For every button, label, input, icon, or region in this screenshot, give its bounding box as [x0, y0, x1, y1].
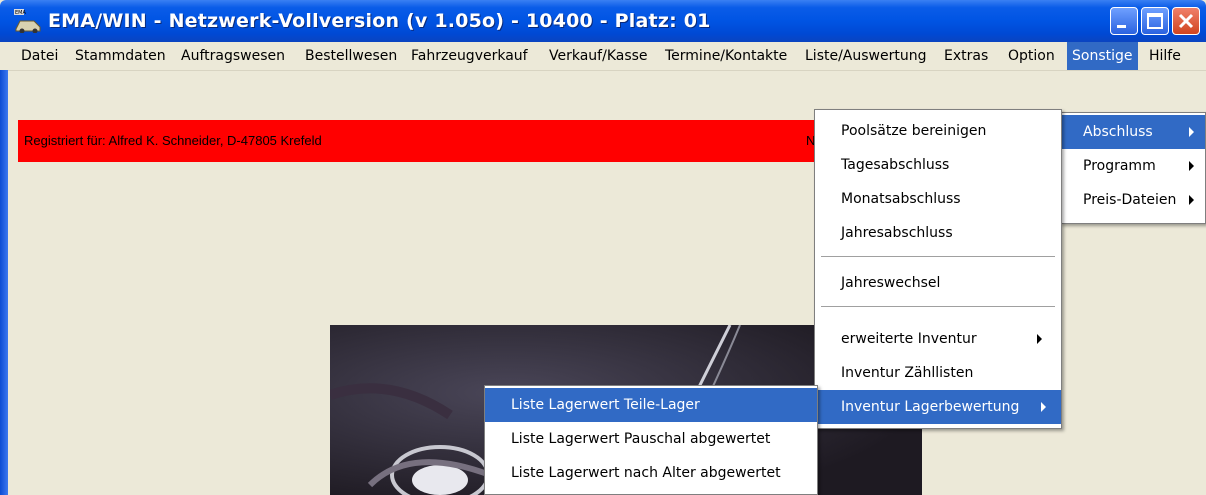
menu-stammdaten[interactable]: Stammdaten [70, 42, 171, 70]
menu-item-jahreswechsel[interactable]: Jahreswechsel [815, 266, 1061, 300]
menu-separator [821, 306, 1055, 307]
menu-auftragswesen[interactable]: Auftragswesen [176, 42, 290, 70]
menu-item-programm[interactable]: Programm [1061, 149, 1205, 183]
menu-fahrzeugverkauf[interactable]: Fahrzeugverkauf [406, 42, 533, 70]
menu-sonstige[interactable]: Sonstige [1067, 42, 1138, 70]
registration-text: Registriert für: Alfred K. Schneider, D-… [24, 133, 322, 148]
submenu-arrow-icon [1189, 195, 1194, 205]
menu-item-poolsaetze-bereinigen[interactable]: Poolsätze bereinigen [815, 114, 1061, 148]
menu-item-inventur-lagerbewertung[interactable]: Inventur Lagerbewertung [815, 390, 1061, 424]
submenu-arrow-icon [1041, 402, 1046, 412]
menu-item-label: Abschluss [1083, 124, 1153, 140]
menu-item-lagerwert-teile-lager[interactable]: Liste Lagerwert Teile-Lager [485, 388, 817, 422]
ema-app-icon: EMA [14, 9, 41, 33]
window-left-border [0, 70, 8, 495]
menu-bar: Datei Stammdaten Auftragswesen Bestellwe… [0, 42, 1206, 71]
lagerbewertung-menu: Liste Lagerwert Teile-Lager Liste Lagerw… [484, 385, 818, 495]
menu-item-label: Inventur Lagerbewertung [841, 399, 1020, 415]
sonstige-menu: Abschluss Programm Preis-Dateien [1060, 112, 1206, 224]
menu-termine-kontakte[interactable]: Termine/Kontakte [660, 42, 792, 70]
menu-extras[interactable]: Extras [939, 42, 993, 70]
close-icon [1178, 13, 1194, 29]
menu-liste-auswertung[interactable]: Liste/Auswertung [800, 42, 932, 70]
menu-item-monatsabschluss[interactable]: Monatsabschluss [815, 182, 1061, 216]
submenu-arrow-icon [1189, 127, 1194, 137]
minimize-button[interactable] [1110, 7, 1138, 35]
submenu-arrow-icon [1189, 161, 1194, 171]
minimize-icon [1117, 25, 1126, 28]
menu-item-lagerwert-pauschal[interactable]: Liste Lagerwert Pauschal abgewertet [485, 422, 817, 456]
svg-text:EMA: EMA [15, 10, 26, 16]
menu-item-jahresabschluss[interactable]: Jahresabschluss [815, 216, 1061, 250]
menu-item-lagerwert-nach-alter[interactable]: Liste Lagerwert nach Alter abgewertet [485, 456, 817, 490]
menu-item-inventur-zaehllisten[interactable]: Inventur Zähllisten [815, 356, 1061, 390]
abschluss-menu: Poolsätze bereinigen Tagesabschluss Mona… [814, 109, 1062, 429]
menu-item-tagesabschluss[interactable]: Tagesabschluss [815, 148, 1061, 182]
menu-option[interactable]: Option [1003, 42, 1060, 70]
menu-item-label: erweiterte Inventur [841, 331, 977, 347]
menu-datei[interactable]: Datei [16, 42, 63, 70]
menu-item-preis-dateien[interactable]: Preis-Dateien [1061, 183, 1205, 217]
menu-verkauf-kasse[interactable]: Verkauf/Kasse [544, 42, 653, 70]
close-button[interactable] [1172, 7, 1200, 35]
menu-item-label: Programm [1083, 158, 1156, 174]
window-title: EMA/WIN - Netzwerk-Vollversion (v 1.05o)… [48, 10, 711, 32]
maximize-button[interactable] [1141, 7, 1169, 35]
menu-hilfe[interactable]: Hilfe [1144, 42, 1186, 70]
menu-item-erweiterte-inventur[interactable]: erweiterte Inventur [815, 322, 1061, 356]
menu-item-label: Preis-Dateien [1083, 192, 1177, 208]
title-bar[interactable]: EMA EMA/WIN - Netzwerk-Vollversion (v 1.… [0, 0, 1206, 42]
menu-item-abschluss[interactable]: Abschluss [1061, 115, 1205, 149]
submenu-arrow-icon [1037, 334, 1042, 344]
menu-bestellwesen[interactable]: Bestellwesen [300, 42, 402, 70]
maximize-icon [1147, 13, 1163, 29]
menu-separator [821, 256, 1055, 257]
